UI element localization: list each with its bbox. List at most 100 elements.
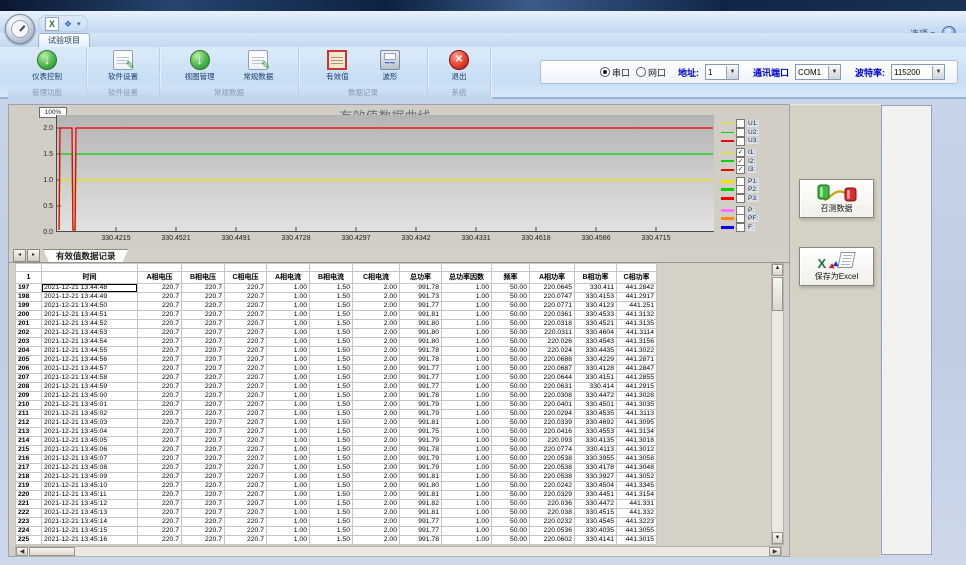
grid-cell[interactable]: 2021-12-21 13:44:57 bbox=[42, 365, 138, 374]
grid-cell[interactable]: 220.7 bbox=[138, 473, 182, 482]
grid-cell[interactable]: 220.7 bbox=[182, 392, 225, 401]
grid-cell[interactable]: 220.0318 bbox=[530, 320, 575, 329]
grid-cell[interactable]: 220.7 bbox=[138, 401, 182, 410]
grid-cell[interactable]: 220.7 bbox=[182, 401, 225, 410]
grid-cell[interactable]: 330.4135 bbox=[575, 437, 617, 446]
grid-cell[interactable]: 1.50 bbox=[310, 419, 353, 428]
grid-cell[interactable]: 991.80 bbox=[400, 320, 442, 329]
grid-cell[interactable]: 991.78 bbox=[400, 536, 442, 545]
plot-area[interactable] bbox=[56, 115, 714, 232]
grid-cell[interactable]: 2021-12-21 13:44:50 bbox=[42, 302, 138, 311]
grid-cell[interactable]: 991.79 bbox=[400, 437, 442, 446]
grid-cell[interactable]: 1.00 bbox=[442, 293, 492, 302]
grid-cell[interactable]: 220.7 bbox=[138, 509, 182, 518]
grid-cell[interactable]: 2021-12-21 13:45:14 bbox=[42, 518, 138, 527]
grid-cell[interactable]: 220.7 bbox=[138, 410, 182, 419]
grid-cell[interactable]: 1.00 bbox=[442, 374, 492, 383]
grid-cell[interactable]: 220.7 bbox=[182, 410, 225, 419]
grid-cell[interactable]: 1.50 bbox=[310, 284, 353, 293]
grid-cell[interactable]: 220.0747 bbox=[530, 293, 575, 302]
grid-cell[interactable]: 50.00 bbox=[492, 311, 530, 320]
grid-cell[interactable]: 441.3052 bbox=[617, 473, 657, 482]
grid-cell[interactable]: 220.0688 bbox=[530, 356, 575, 365]
grid-cell[interactable]: 991.77 bbox=[400, 302, 442, 311]
grid-cell[interactable]: 2.00 bbox=[353, 410, 400, 419]
grid-cell[interactable]: 1.00 bbox=[442, 383, 492, 392]
grid-cell[interactable]: 224 bbox=[16, 527, 42, 536]
grid-cell[interactable]: 220.7 bbox=[182, 428, 225, 437]
grid-cell[interactable]: 1.00 bbox=[442, 482, 492, 491]
grid-cell[interactable]: 1.50 bbox=[310, 356, 353, 365]
grid-cell[interactable]: 1.00 bbox=[267, 437, 310, 446]
grid-cell[interactable]: 991.77 bbox=[400, 518, 442, 527]
grid-cell[interactable]: 207 bbox=[16, 374, 42, 383]
grid-cell[interactable]: 1.50 bbox=[310, 536, 353, 545]
grid-cell[interactable]: 220.7 bbox=[225, 437, 267, 446]
grid-cell[interactable]: 220.7 bbox=[225, 428, 267, 437]
grid-cell[interactable]: 1.00 bbox=[442, 392, 492, 401]
grid-cell[interactable]: 220.7 bbox=[225, 509, 267, 518]
qat-dropdown-icon[interactable]: ▾ bbox=[77, 20, 81, 28]
grid-cell[interactable]: 220.7 bbox=[182, 365, 225, 374]
grid-cell[interactable]: 1.00 bbox=[267, 500, 310, 509]
grid-cell[interactable]: 50.00 bbox=[492, 356, 530, 365]
grid-cell[interactable]: 220.0645 bbox=[530, 284, 575, 293]
grid-cell[interactable]: 1.00 bbox=[442, 455, 492, 464]
grid-cell[interactable]: 220.7 bbox=[182, 527, 225, 536]
grid-cell[interactable]: 1.00 bbox=[267, 365, 310, 374]
grid-cell[interactable]: 205 bbox=[16, 356, 42, 365]
grid-cell[interactable]: 1.00 bbox=[267, 473, 310, 482]
grid-cell[interactable]: 50.00 bbox=[492, 320, 530, 329]
save-excel-button[interactable]: X 保存为Excel bbox=[799, 247, 874, 286]
grid-cell[interactable]: 330.4141 bbox=[575, 536, 617, 545]
grid-cell[interactable]: 991.77 bbox=[400, 383, 442, 392]
grid-cell[interactable]: 201 bbox=[16, 320, 42, 329]
grid-cell[interactable]: 214 bbox=[16, 437, 42, 446]
grid-cell[interactable]: 2.00 bbox=[353, 464, 400, 473]
grid-cell[interactable]: 220.7 bbox=[225, 302, 267, 311]
grid-cell[interactable]: 330.414 bbox=[575, 383, 617, 392]
grid-cell[interactable]: 2021-12-21 13:45:11 bbox=[42, 491, 138, 500]
grid-cell[interactable]: 330.4435 bbox=[575, 347, 617, 356]
grid-cell[interactable]: 220.0687 bbox=[530, 365, 575, 374]
grid-cell[interactable]: 220.0294 bbox=[530, 410, 575, 419]
grid-cell[interactable]: 1.50 bbox=[310, 518, 353, 527]
grid-cell[interactable]: 50.00 bbox=[492, 392, 530, 401]
grid-cell[interactable]: 2021-12-21 13:45:00 bbox=[42, 392, 138, 401]
grid-cell[interactable]: 2021-12-21 13:45:07 bbox=[42, 455, 138, 464]
grid-cell[interactable]: 220.7 bbox=[138, 356, 182, 365]
grid-cell[interactable]: 1.00 bbox=[442, 446, 492, 455]
grid-cell[interactable]: 50.00 bbox=[492, 437, 530, 446]
grid-cell[interactable]: 2021-12-21 13:45:03 bbox=[42, 419, 138, 428]
grid-cell[interactable]: 2.00 bbox=[353, 338, 400, 347]
grid-cell[interactable]: 1.00 bbox=[442, 410, 492, 419]
grid-cell[interactable]: 2.00 bbox=[353, 329, 400, 338]
grid-cell[interactable]: 1.00 bbox=[267, 536, 310, 545]
grid-cell[interactable]: 441.3345 bbox=[617, 482, 657, 491]
grid-cell[interactable]: 2021-12-21 13:44:56 bbox=[42, 356, 138, 365]
grid-cell[interactable]: 330.4515 bbox=[575, 509, 617, 518]
grid-cell[interactable]: 220.7 bbox=[225, 527, 267, 536]
grid-cell[interactable]: 330.4501 bbox=[575, 401, 617, 410]
scroll-left-icon[interactable]: ◀ bbox=[16, 547, 28, 556]
grid-cell[interactable]: 441.3058 bbox=[617, 455, 657, 464]
grid-cell[interactable]: 220.036 bbox=[530, 500, 575, 509]
grid-cell[interactable]: 1.00 bbox=[442, 419, 492, 428]
grid-cell[interactable]: 991.80 bbox=[400, 482, 442, 491]
scroll-thumb[interactable] bbox=[29, 547, 75, 556]
grid-cell[interactable]: 220.7 bbox=[138, 392, 182, 401]
grid-cell[interactable]: 2021-12-21 13:44:48 bbox=[42, 284, 138, 293]
grid-cell[interactable]: 220.0311 bbox=[530, 329, 575, 338]
grid-cell[interactable]: 212 bbox=[16, 419, 42, 428]
grid-cell[interactable]: 2.00 bbox=[353, 374, 400, 383]
grid-cell[interactable]: 1.00 bbox=[442, 437, 492, 446]
grid-cell[interactable]: 2.00 bbox=[353, 320, 400, 329]
grid-cell[interactable]: 330.4151 bbox=[575, 374, 617, 383]
grid-cell[interactable]: 1.00 bbox=[267, 527, 310, 536]
grid-cell[interactable]: 1.50 bbox=[310, 401, 353, 410]
legend-checkbox-pf[interactable] bbox=[736, 214, 745, 223]
grid-cell[interactable]: 1.00 bbox=[442, 347, 492, 356]
btn-view-management[interactable]: 视图管理 bbox=[181, 47, 219, 83]
grid-cell[interactable]: 220.0339 bbox=[530, 419, 575, 428]
grid-cell[interactable]: 991.80 bbox=[400, 329, 442, 338]
